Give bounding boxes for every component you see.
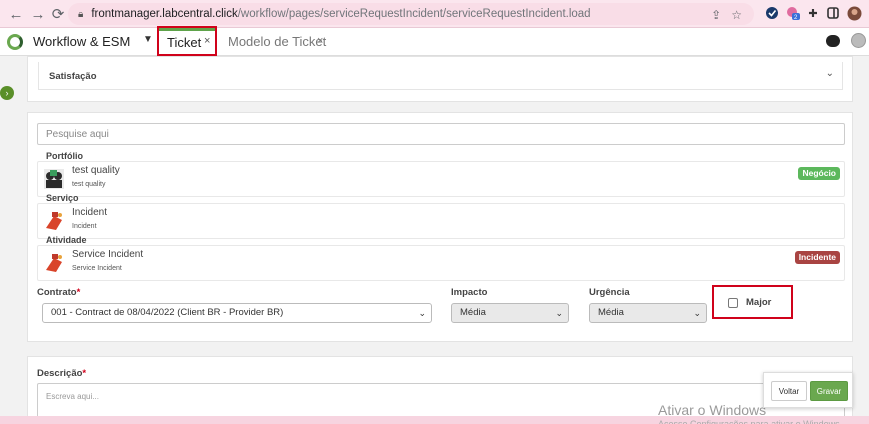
app-title[interactable]: Workflow & ESM	[33, 34, 130, 49]
service-item[interactable]: Incident Incident	[37, 203, 845, 239]
chevron-down-icon: ⌄	[418, 308, 426, 318]
portfolio-section-label: Portfólio	[46, 151, 83, 161]
satisfaction-label: Satisfação	[49, 71, 97, 82]
bookmark-star-icon[interactable]: ☆	[731, 8, 742, 22]
urgency-select[interactable]: Média ⌄	[589, 303, 707, 323]
activity-item[interactable]: Service Incident Service Incident Incide…	[37, 245, 845, 281]
back-button[interactable]: ←	[4, 2, 28, 26]
reload-icon: ⟳	[51, 6, 65, 23]
contract-label: Contrato*	[37, 287, 81, 298]
people-portfolio-icon	[43, 168, 65, 190]
windows-activation-subtext: Acesse Configurações para ativar o Windo…	[658, 419, 843, 424]
sidebar-panel-icon[interactable]	[825, 5, 841, 21]
back-arrow-icon: ←	[8, 5, 24, 23]
service-selection-card: Portfólio test quality test quality Negó…	[27, 112, 853, 342]
major-highlight: Major	[712, 285, 793, 319]
portfolio-item[interactable]: test quality test quality Negócio	[37, 161, 845, 197]
status-badge-incidente: Incidente	[794, 251, 840, 264]
major-checkbox[interactable]	[728, 298, 738, 308]
address-bar[interactable]: 🔒︎ frontmanager.labcentral.click/workflo…	[68, 3, 754, 25]
browser-toolbar: ← → ⟳ 🔒︎ frontmanager.labcentral.click/w…	[0, 0, 869, 28]
user-avatar[interactable]	[851, 33, 866, 48]
sidebar-expand-chevron-icon[interactable]: ›	[0, 86, 14, 100]
chevron-down-icon: ⌄	[555, 308, 563, 318]
chevron-down-icon: ⌄	[693, 308, 701, 318]
url-path: /workflow/pages/serviceRequestIncident/s…	[237, 8, 591, 20]
app-menu-chevron-down-icon[interactable]: ▼	[143, 34, 153, 45]
service-title: Incident	[72, 207, 108, 218]
service-section-label: Serviço	[46, 193, 79, 203]
contract-select[interactable]: 001 - Contract de 08/04/2022 (Client BR …	[42, 303, 432, 323]
activity-section-label: Atividade	[46, 235, 87, 245]
urgency-value: Média	[598, 307, 624, 318]
portfolio-subtitle: test quality	[72, 181, 106, 188]
save-button[interactable]: Gravar	[810, 381, 848, 401]
satisfaction-card: Satisfação ⌄	[27, 56, 853, 102]
notification-icon[interactable]	[826, 35, 840, 47]
extension-badge-icon[interactable]: 2	[785, 5, 801, 21]
impact-value: Média	[460, 307, 486, 318]
lock-icon: 🔒︎	[78, 8, 84, 20]
url-host: frontmanager.labcentral.click	[91, 8, 238, 20]
action-panel: Voltar Gravar	[763, 372, 853, 408]
search-input[interactable]	[37, 123, 845, 145]
fire-extinguisher-icon	[43, 252, 65, 274]
back-button-voltar[interactable]: Voltar	[771, 381, 807, 401]
major-label: Major	[746, 297, 772, 308]
share-icon[interactable]: ⇪	[711, 8, 721, 22]
windows-activation-watermark: Ativar o Windows	[658, 402, 767, 418]
description-placeholder: Escreva aqui...	[46, 392, 99, 401]
chevron-down-icon[interactable]: ⌄	[826, 68, 834, 79]
reload-button[interactable]: ⟳	[46, 2, 70, 26]
urgency-label: Urgência	[589, 287, 630, 298]
app-logo-icon	[7, 34, 23, 50]
tab-modelo-close-icon[interactable]: ×	[317, 35, 323, 47]
puzzle-extensions-icon[interactable]: ✚	[805, 5, 821, 21]
impact-label: Impacto	[451, 287, 488, 298]
portfolio-title: test quality	[72, 165, 120, 176]
app-header: Workflow & ESM ▼	[0, 28, 869, 56]
active-tab-indicator	[159, 28, 215, 31]
tab-ticket-close-icon[interactable]: ×	[204, 35, 210, 47]
service-subtitle: Incident	[72, 223, 97, 230]
satisfaction-accordion[interactable]: Satisfação ⌄	[38, 62, 843, 90]
contract-value: 001 - Contract de 08/04/2022 (Client BR …	[51, 307, 284, 318]
profile-avatar-icon[interactable]	[846, 5, 862, 21]
activity-title: Service Incident	[72, 249, 144, 260]
tab-ticket[interactable]: Ticket ×	[157, 26, 217, 56]
tab-modelo-de-ticket[interactable]: Modelo de Ticket	[228, 34, 326, 49]
description-label: Descrição*	[37, 368, 87, 379]
status-badge-negocio: Negócio	[798, 167, 840, 180]
forward-arrow-icon: →	[30, 5, 46, 23]
impact-select[interactable]: Média ⌄	[451, 303, 569, 323]
fire-extinguisher-icon	[43, 210, 65, 232]
activity-subtitle: Service Incident	[72, 265, 122, 272]
extension-shield-icon[interactable]	[764, 5, 780, 21]
tab-ticket-label: Ticket	[167, 35, 202, 50]
